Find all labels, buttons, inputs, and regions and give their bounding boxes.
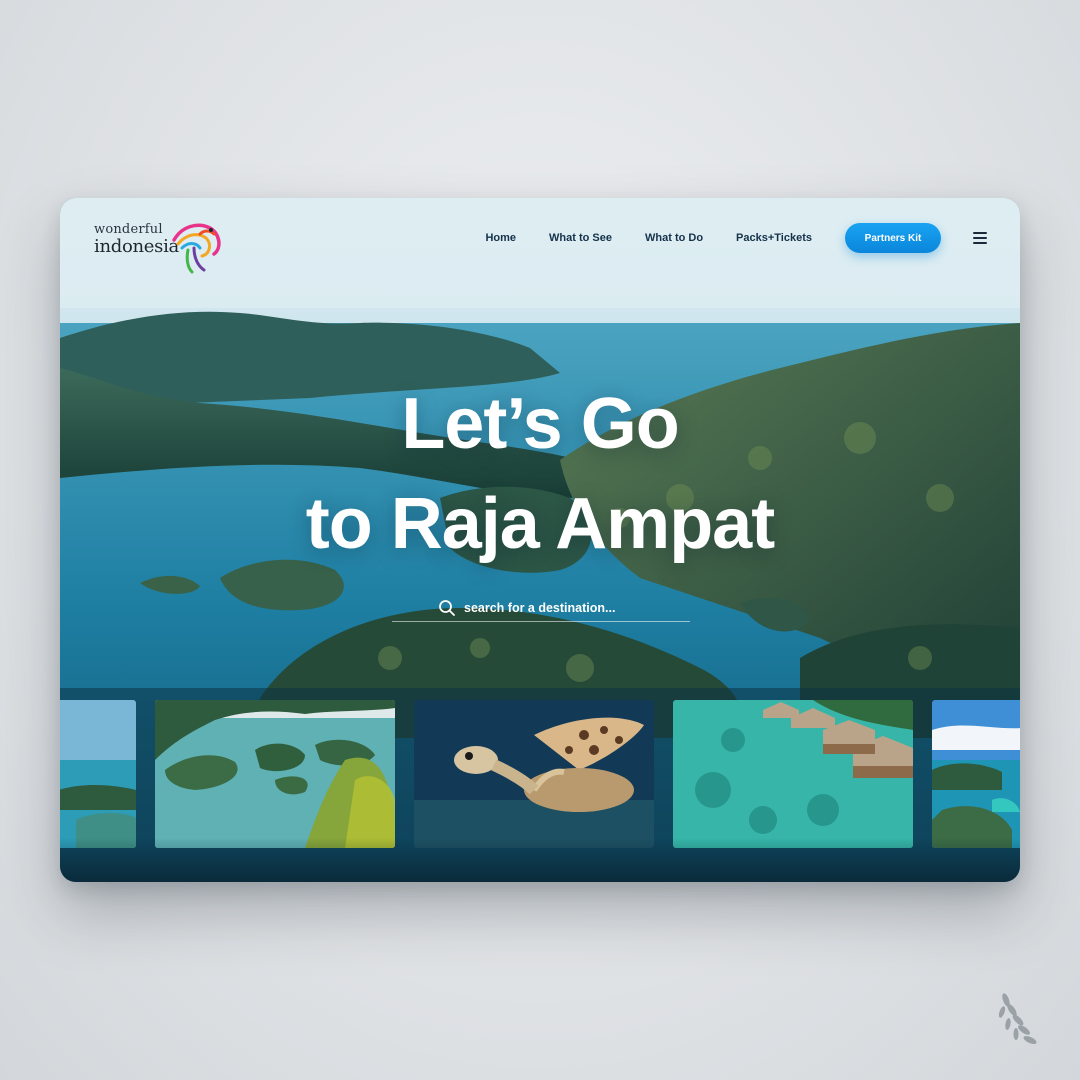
nav-link-what-to-see[interactable]: What to See bbox=[549, 232, 612, 244]
nav-link-what-to-do[interactable]: What to Do bbox=[645, 232, 703, 244]
thumbnail-sea-turtle[interactable] bbox=[414, 700, 654, 848]
garuda-bird-icon bbox=[172, 223, 221, 274]
search-input[interactable] bbox=[464, 600, 644, 615]
partners-kit-button[interactable]: Partners Kit bbox=[845, 223, 941, 253]
hero-title: Let’s Go to Raja Ampat bbox=[60, 374, 1020, 574]
brand-logo[interactable]: wonderful indonesia bbox=[94, 218, 234, 274]
search-icon[interactable] bbox=[438, 599, 456, 617]
laurel-icon bbox=[998, 993, 1037, 1045]
thumbnail-lagoon-coast[interactable] bbox=[60, 700, 136, 848]
logo-wordmark-top: wonderful bbox=[94, 222, 163, 237]
hero-title-line-1: Let’s Go bbox=[401, 384, 679, 464]
bottom-shadow bbox=[60, 838, 1020, 882]
destination-search bbox=[392, 594, 690, 622]
main-nav: Home What to See What to Do Packs+Ticket… bbox=[485, 220, 1020, 256]
thumbnail-stilt-houses[interactable] bbox=[673, 700, 913, 848]
hamburger-menu-icon[interactable] bbox=[973, 232, 987, 244]
thumbnail-karst-islands[interactable] bbox=[155, 700, 395, 848]
thumbnail-island-bay[interactable] bbox=[932, 700, 1020, 848]
nav-link-packs-tickets[interactable]: Packs+Tickets bbox=[736, 232, 812, 244]
nav-link-home[interactable]: Home bbox=[485, 232, 516, 244]
hero-card: wonderful indonesia Home What to See Wha… bbox=[60, 198, 1020, 882]
hero-title-line-2: to Raja Ampat bbox=[305, 484, 775, 564]
